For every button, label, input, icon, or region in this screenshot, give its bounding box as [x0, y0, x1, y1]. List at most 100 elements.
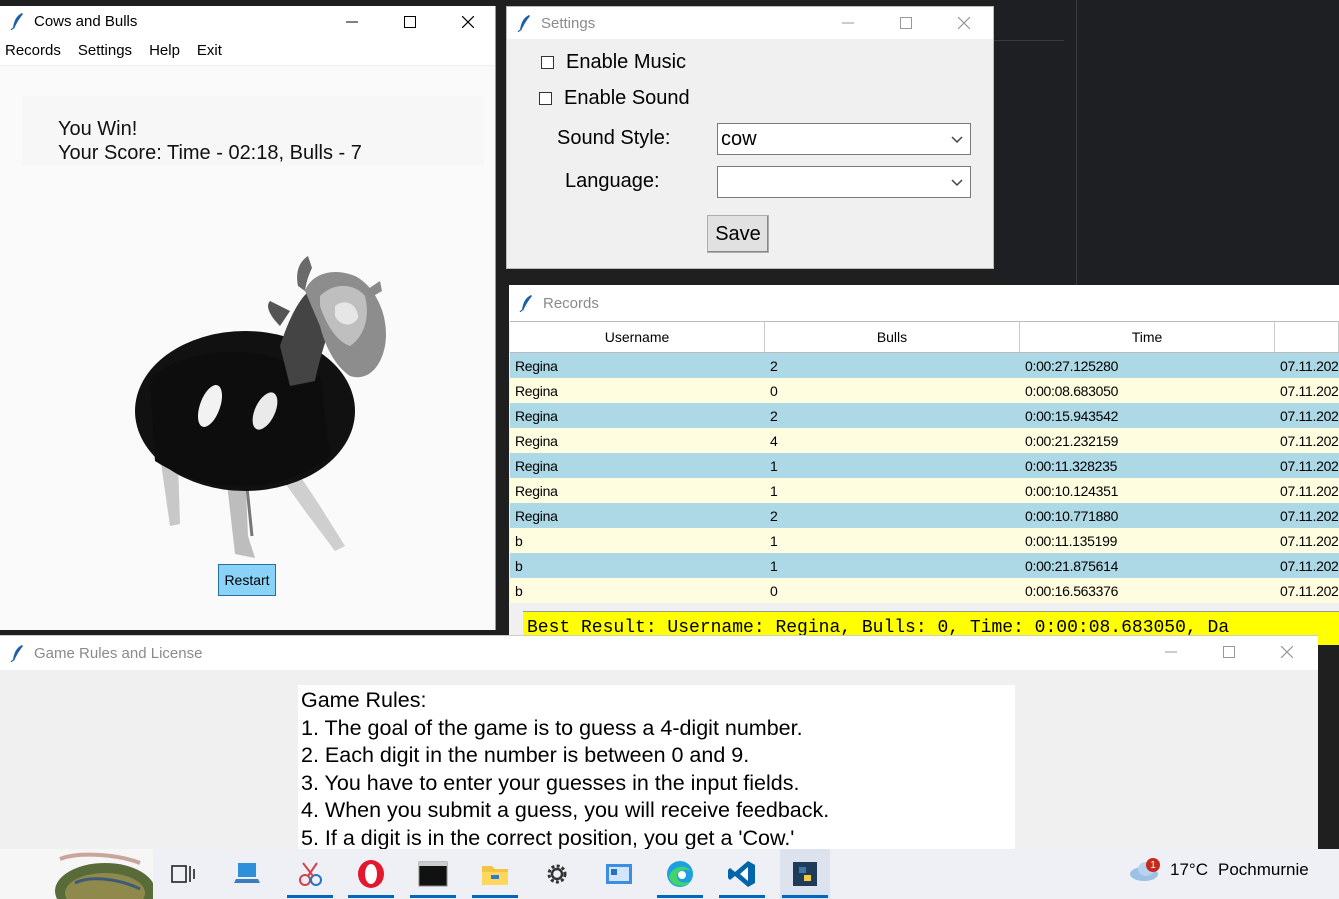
title-bar[interactable]: Settings — [507, 7, 993, 39]
dancing-cow-image — [135, 256, 386, 558]
table-row[interactable]: Regina 1 0:00:11.328235 07.11.202 — [510, 453, 1339, 478]
table-row[interactable]: b 1 0:00:21.875614 07.11.202 — [510, 553, 1339, 578]
chevron-down-icon — [951, 136, 963, 144]
task-view-button[interactable] — [158, 849, 208, 899]
sound-style-value: cow — [721, 127, 757, 150]
language-select[interactable] — [717, 166, 971, 198]
cell-username: Regina — [515, 357, 558, 374]
title-bar[interactable]: Cows and Bulls — [0, 6, 495, 36]
feather-icon — [10, 645, 23, 662]
cell-date: 07.11.202 — [1280, 532, 1339, 549]
enable-music-checkbox[interactable]: Enable Music — [541, 51, 686, 74]
taskbar: 1 17°C Pochmurnie — [0, 849, 1339, 899]
enable-sound-checkbox[interactable]: Enable Sound — [539, 87, 690, 110]
rules-text-area[interactable]: Game Rules: 1. The goal of the game is t… — [298, 685, 1015, 849]
table-row[interactable]: Regina 0 0:00:08.683050 07.11.202 — [510, 378, 1339, 403]
vscode-button[interactable] — [717, 849, 767, 899]
cell-date: 07.11.202 — [1280, 457, 1339, 474]
control-panel-icon — [606, 864, 632, 884]
file-explorer-button[interactable] — [470, 849, 520, 899]
notification-badge: 1 — [1146, 858, 1160, 872]
rule-line: 1. The goal of the game is to guess a 4-… — [301, 715, 803, 740]
sound-style-select[interactable]: cow — [717, 123, 971, 155]
restart-button[interactable]: Restart — [218, 564, 276, 596]
minimize-button[interactable] — [323, 6, 381, 38]
minimize-icon — [346, 21, 358, 23]
edge-button[interactable] — [655, 849, 705, 899]
cell-date: 07.11.202 — [1280, 507, 1339, 524]
close-button[interactable] — [1258, 636, 1316, 668]
table-row[interactable]: Regina 4 0:00:21.232159 07.11.202 — [510, 428, 1339, 453]
this-pc-icon — [234, 863, 260, 883]
cell-username: Regina — [515, 507, 558, 524]
feather-icon — [517, 15, 530, 32]
table-row[interactable]: Regina 2 0:00:10.771880 07.11.202 — [510, 503, 1339, 528]
cell-bulls: 0 — [770, 382, 778, 399]
maximize-button[interactable] — [1200, 636, 1258, 668]
running-indicator — [410, 895, 456, 898]
cell-time: 0:00:27.125280 — [1025, 357, 1119, 374]
table-row[interactable]: Regina 2 0:00:27.125280 07.11.202 — [510, 353, 1339, 378]
minimize-button[interactable] — [1142, 636, 1200, 668]
save-button[interactable]: Save — [707, 215, 769, 253]
snipping-tool-button[interactable] — [285, 849, 335, 899]
vscode-icon — [728, 861, 755, 887]
game-area: You Win! Your Score: Time - 02:18, Bulls… — [0, 66, 495, 626]
result-message-box: You Win! Your Score: Time - 02:18, Bulls… — [22, 96, 484, 166]
python-button[interactable] — [780, 849, 830, 899]
terminal-button[interactable] — [408, 849, 458, 899]
checkbox-box[interactable] — [539, 92, 552, 105]
cell-time: 0:00:21.875614 — [1025, 557, 1119, 574]
task-view-icon — [171, 865, 195, 883]
maximize-button[interactable] — [877, 7, 935, 39]
records-table: Username Bulls Time Regina 2 0:00:27.12528… — [510, 321, 1339, 603]
table-row[interactable]: Regina 2 0:00:15.943542 07.11.202 — [510, 403, 1339, 428]
terminal-icon — [418, 861, 448, 887]
weather-widget[interactable]: 1 17°C Pochmurnie — [1128, 858, 1309, 881]
table-row[interactable]: b 0 0:00:16.563376 07.11.202 — [510, 578, 1339, 603]
table-row[interactable]: b 1 0:00:11.135199 07.11.202 — [510, 528, 1339, 553]
column-header-bulls[interactable]: Bulls — [765, 322, 1020, 352]
column-header-time[interactable]: Time — [1020, 322, 1275, 352]
maximize-icon — [1223, 646, 1235, 658]
cell-bulls: 0 — [770, 582, 778, 599]
score-message: Your Score: Time - 02:18, Bulls - 7 — [58, 142, 362, 164]
minimize-icon — [842, 22, 854, 24]
window-title: Game Rules and License — [34, 644, 203, 662]
maximize-button[interactable] — [381, 6, 439, 38]
title-bar[interactable]: Records — [509, 285, 1339, 321]
enable-music-label: Enable Music — [566, 51, 687, 73]
table-row[interactable]: Regina 1 0:00:10.124351 07.11.202 — [510, 478, 1339, 503]
sound-style-label: Sound Style: — [557, 127, 671, 149]
cell-time: 0:00:21.232159 — [1025, 432, 1119, 449]
close-button[interactable] — [935, 7, 993, 39]
cell-username: b — [515, 582, 523, 599]
snipping-tool-icon — [299, 862, 322, 886]
opera-button[interactable] — [346, 849, 396, 899]
settings-button[interactable] — [532, 849, 582, 899]
weather-description: Pochmurnie — [1217, 860, 1309, 879]
rule-line: 2. Each digit in the number is between 0… — [301, 743, 750, 767]
title-bar[interactable]: Game Rules and License — [0, 636, 1318, 670]
minimize-button[interactable] — [819, 7, 877, 39]
cell-bulls: 1 — [770, 457, 778, 474]
cell-time: 0:00:08.683050 — [1025, 382, 1119, 399]
news-widget-icon[interactable] — [0, 849, 153, 899]
menu-records[interactable]: Records — [5, 42, 61, 59]
rule-line: 4. When you submit a guess, you will rec… — [301, 798, 830, 822]
menu-exit[interactable]: Exit — [197, 42, 222, 59]
cell-bulls: 1 — [770, 557, 778, 574]
running-indicator — [719, 895, 765, 898]
cell-username: Regina — [515, 457, 558, 474]
column-header-date[interactable] — [1275, 322, 1339, 352]
close-button[interactable] — [439, 6, 495, 38]
menu-settings[interactable]: Settings — [78, 42, 132, 59]
this-pc-button[interactable] — [222, 849, 272, 899]
desktop-background-top — [994, 0, 1084, 41]
cell-date: 07.11.202 — [1280, 407, 1339, 424]
menu-help[interactable]: Help — [149, 42, 180, 59]
control-panel-button[interactable] — [594, 849, 644, 899]
column-header-username[interactable]: Username — [510, 322, 765, 352]
checkbox-box[interactable] — [541, 56, 554, 69]
cell-bulls: 2 — [770, 407, 778, 424]
